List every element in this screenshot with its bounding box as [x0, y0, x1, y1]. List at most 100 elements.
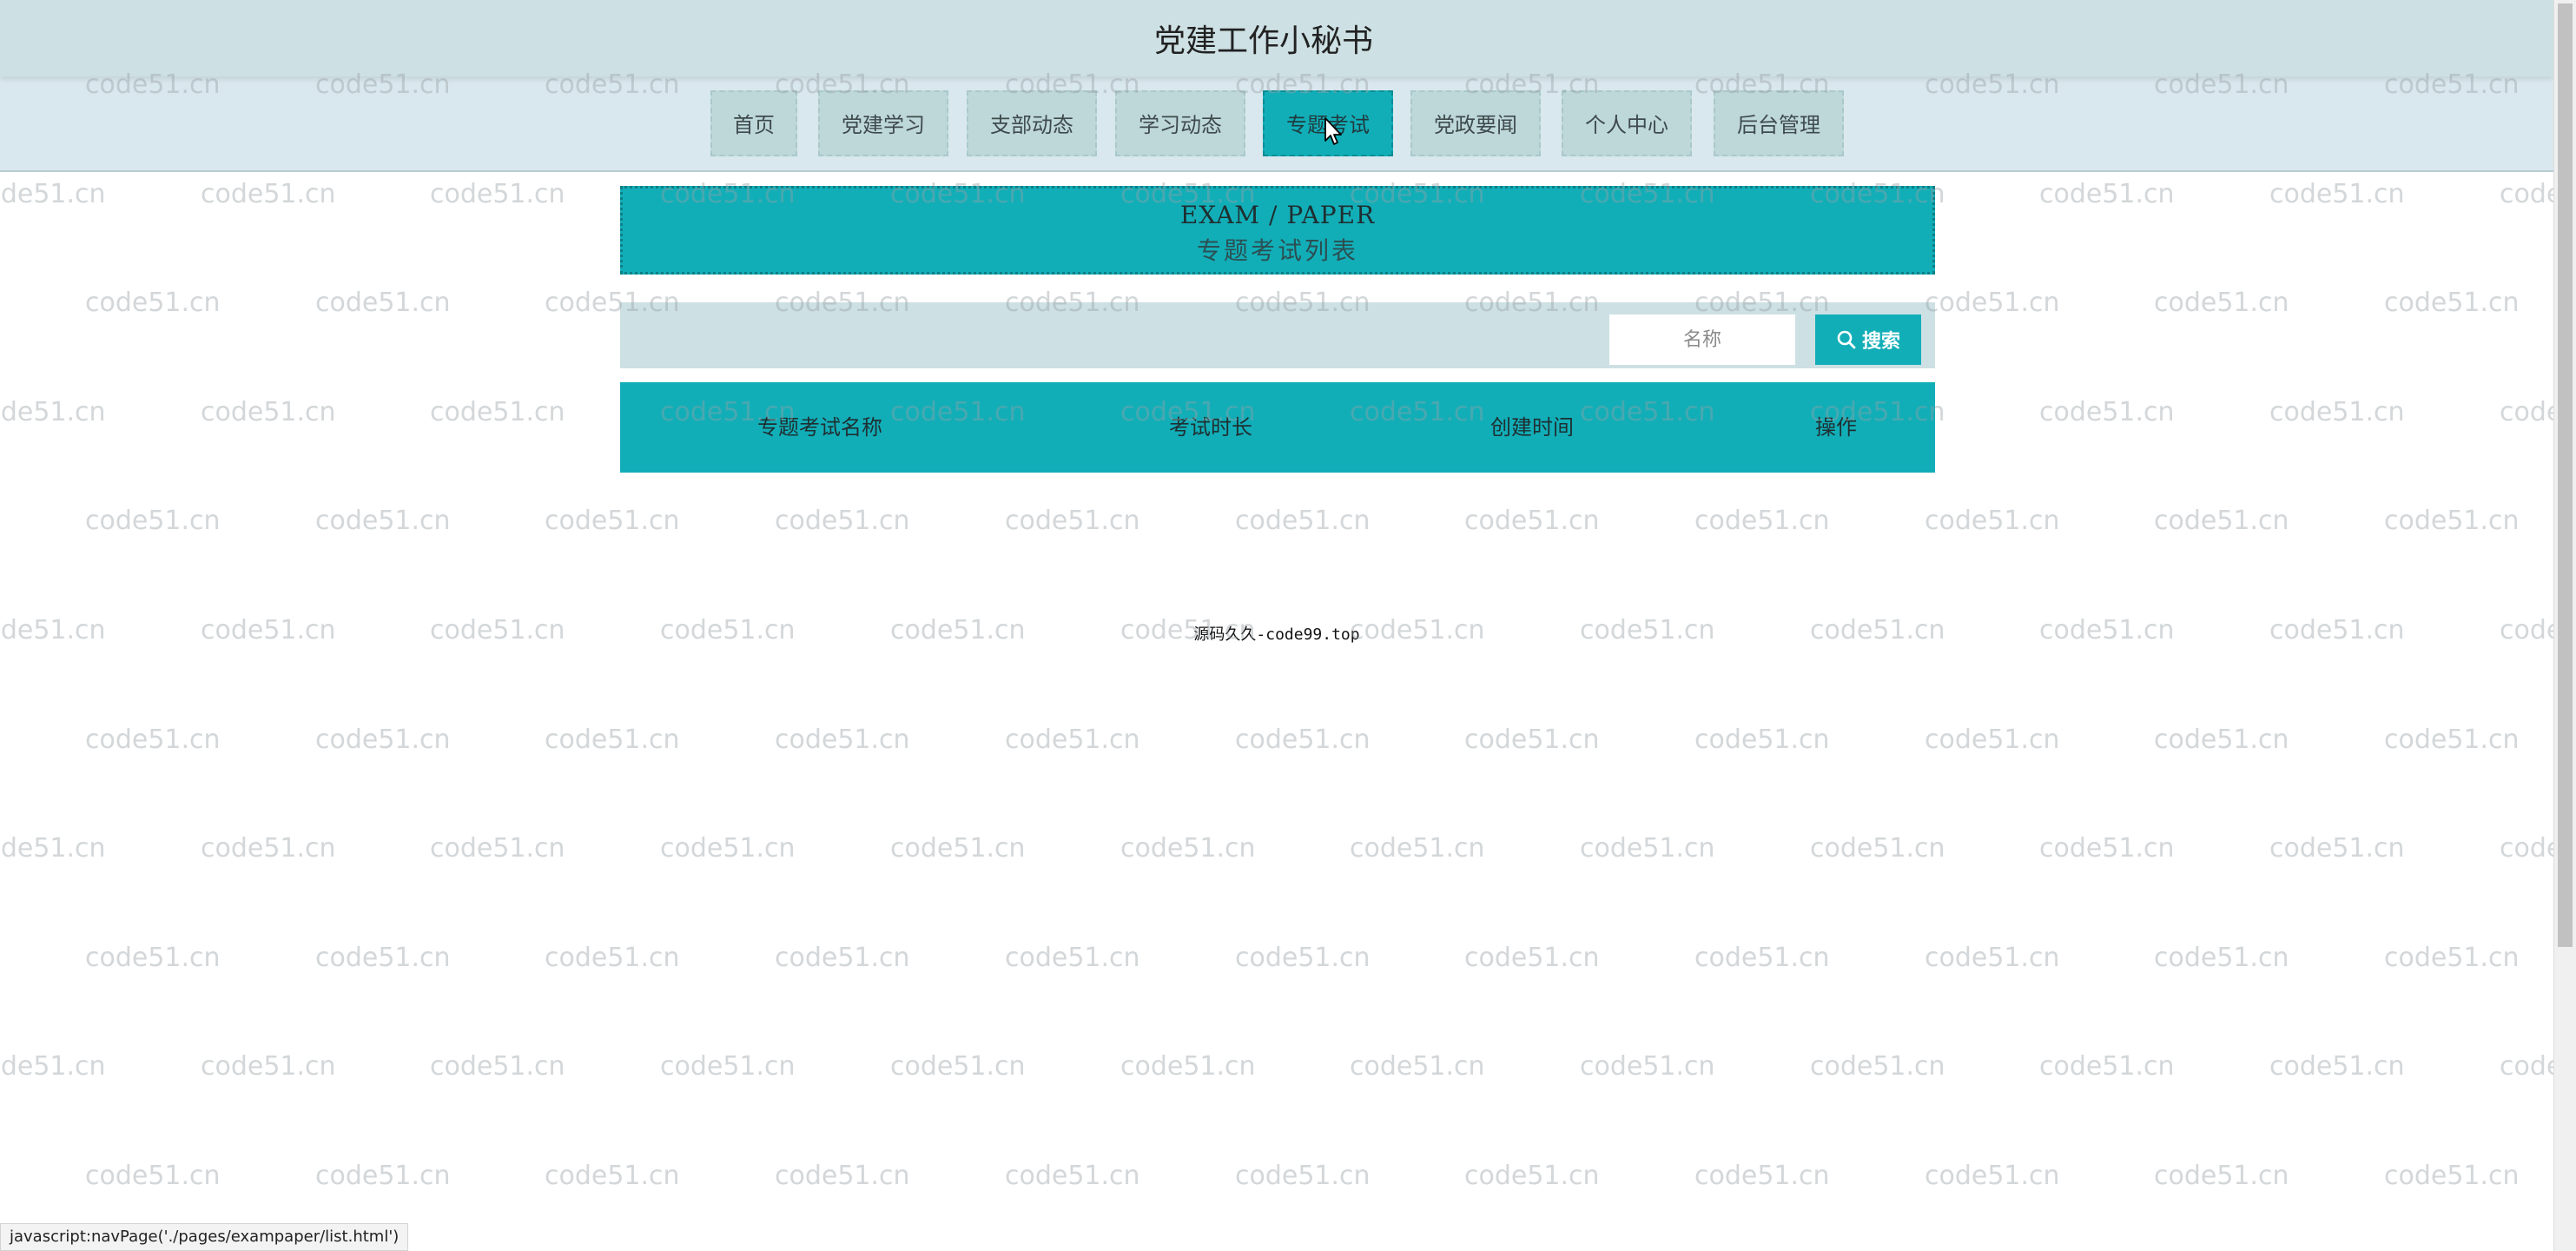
banner-title-cn: 专题考试列表 — [1196, 236, 1358, 265]
watermark-text: code51.cn — [545, 1161, 680, 1191]
watermark-text: code51.cn — [1580, 833, 1715, 864]
watermark-text: code51.cn — [1925, 725, 2060, 755]
watermark-text: code51.cn — [85, 1161, 221, 1191]
watermark-text: code51.cn — [85, 725, 221, 755]
watermark-text: code51.cn — [890, 833, 1026, 864]
search-button[interactable]: 搜索 — [1815, 314, 1921, 365]
watermark-text: code51.cn — [315, 725, 451, 755]
watermark-text: code51.cn — [1235, 506, 1371, 536]
watermark-text: code51.cn — [2269, 397, 2405, 427]
watermark-text: code51.cn — [1005, 506, 1140, 536]
watermark-text: code51.cn — [2384, 943, 2520, 973]
watermark-text: code51.cn — [0, 1051, 106, 1082]
watermark-text: code51.cn — [2500, 397, 2553, 427]
scrollbar-thumb[interactable] — [2558, 3, 2573, 947]
watermark-text: code51.cn — [775, 943, 910, 973]
page-banner: EXAM / PAPER 专题考试列表 — [620, 186, 1935, 275]
column-header-actions: 操作 — [1815, 415, 1857, 440]
browser-status-bar: javascript:navPage('./pages/exampaper/li… — [0, 1223, 409, 1251]
watermark-text: code51.cn — [315, 1161, 451, 1191]
watermark-text: code51.cn — [2269, 179, 2405, 209]
watermark-text: code51.cn — [1694, 725, 1830, 755]
watermark-text: code51.cn — [1235, 943, 1371, 973]
watermark-text: code51.cn — [2500, 833, 2553, 864]
watermark-text: code51.cn — [1925, 943, 2060, 973]
watermark-text: code51.cn — [2154, 506, 2289, 536]
watermark-text: code51.cn — [2500, 179, 2553, 209]
watermark-text: code51.cn — [0, 833, 106, 864]
watermark-text: code51.cn — [2384, 506, 2520, 536]
column-header-created-time: 创建时间 — [1490, 415, 1574, 440]
watermark-text: code51.cn — [545, 943, 680, 973]
watermark-text: code51.cn — [1464, 1161, 1600, 1191]
watermark-text: code51.cn — [1120, 1051, 1256, 1082]
watermark-text: code51.cn — [315, 288, 451, 318]
watermark-text: code51.cn — [2384, 288, 2520, 318]
main-nav: 首页 党建学习 支部动态 学习动态 专题考试 党政要闻 个人中心 后台管理 — [0, 76, 2553, 172]
watermark-text: code51.cn — [1464, 506, 1600, 536]
column-header-duration: 考试时长 — [1169, 415, 1252, 440]
watermark-text: code51.cn — [2500, 1051, 2553, 1082]
nav-item-home[interactable]: 首页 — [710, 90, 797, 156]
watermark-text: code51.cn — [85, 506, 221, 536]
watermark-text: code51.cn — [0, 397, 106, 427]
watermark-text: code51.cn — [1120, 833, 1256, 864]
watermark-text: code51.cn — [1005, 943, 1140, 973]
page: 党建工作小秘书 首页 党建学习 支部动态 学习动态 专题考试 党政要闻 个人中心… — [0, 0, 2576, 1251]
watermark-text: code51.cn — [2039, 397, 2175, 427]
watermark-text: code51.cn — [1005, 1161, 1140, 1191]
watermark-text: code51.cn — [775, 725, 910, 755]
watermark-text: code51.cn — [1694, 943, 1830, 973]
watermark-text: code51.cn — [1350, 1051, 1485, 1082]
watermark-text: code51.cn — [1925, 506, 2060, 536]
watermark-text: code51.cn — [85, 943, 221, 973]
table-header: 专题考试名称 考试时长 创建时间 操作 — [620, 382, 1935, 473]
watermark-text: code51.cn — [545, 725, 680, 755]
nav-item-personal-center[interactable]: 个人中心 — [1562, 90, 1692, 156]
watermark-text: code51.cn — [2154, 288, 2289, 318]
footer-text: 源码久久-code99.top — [1193, 626, 1360, 644]
watermark-text: code51.cn — [430, 397, 565, 427]
watermark-text: code51.cn — [2384, 1161, 2520, 1191]
nav-item-party-study[interactable]: 党建学习 — [818, 90, 948, 156]
banner-title-en: EXAM / PAPER — [1179, 201, 1376, 229]
watermark-text: code51.cn — [201, 833, 336, 864]
watermark-text: code51.cn — [2269, 833, 2405, 864]
watermark-text: code51.cn — [1464, 725, 1600, 755]
watermark-text: code51.cn — [1810, 1051, 1945, 1082]
watermark-text: code51.cn — [201, 397, 336, 427]
watermark-text: code51.cn — [2039, 1051, 2175, 1082]
watermark-text: code51.cn — [2154, 1161, 2289, 1191]
vertical-scrollbar[interactable] — [2553, 0, 2576, 1251]
watermark-text: code51.cn — [430, 179, 565, 209]
mouse-cursor-icon — [1324, 117, 1342, 145]
watermark-text: code51.cn — [890, 1051, 1026, 1082]
watermark-text: code51.cn — [201, 1051, 336, 1082]
watermark-text: code51.cn — [1694, 1161, 1830, 1191]
watermark-text: code51.cn — [1235, 1161, 1371, 1191]
watermark-text: code51.cn — [315, 943, 451, 973]
watermark-text: code51.cn — [775, 1161, 910, 1191]
watermark-text: code51.cn — [2039, 833, 2175, 864]
watermark-text: code51.cn — [660, 1051, 796, 1082]
watermark-text: code51.cn — [2384, 725, 2520, 755]
column-header-exam-name: 专题考试名称 — [757, 415, 882, 440]
search-input[interactable] — [1609, 314, 1795, 365]
watermark-text: code51.cn — [1925, 288, 2060, 318]
watermark-text: code51.cn — [1235, 725, 1371, 755]
watermark-text: code51.cn — [1694, 506, 1830, 536]
site-header: 党建工作小秘书 — [0, 0, 2553, 76]
watermark-text: code51.cn — [545, 506, 680, 536]
watermark-text: code51.cn — [201, 179, 336, 209]
nav-item-study-news[interactable]: 学习动态 — [1115, 90, 1245, 156]
watermark-text: code51.cn — [1810, 833, 1945, 864]
watermark-text: code51.cn — [85, 288, 221, 318]
search-button-label: 搜索 — [1861, 331, 1900, 353]
watermark-text: code51.cn — [1580, 1051, 1715, 1082]
nav-item-political-news[interactable]: 党政要闻 — [1410, 90, 1541, 156]
nav-item-branch-news[interactable]: 支部动态 — [967, 90, 1097, 156]
watermark-text: code51.cn — [775, 506, 910, 536]
watermark-text: code51.cn — [315, 506, 451, 536]
watermark-text: code51.cn — [430, 1051, 565, 1082]
nav-item-admin[interactable]: 后台管理 — [1714, 90, 1844, 156]
